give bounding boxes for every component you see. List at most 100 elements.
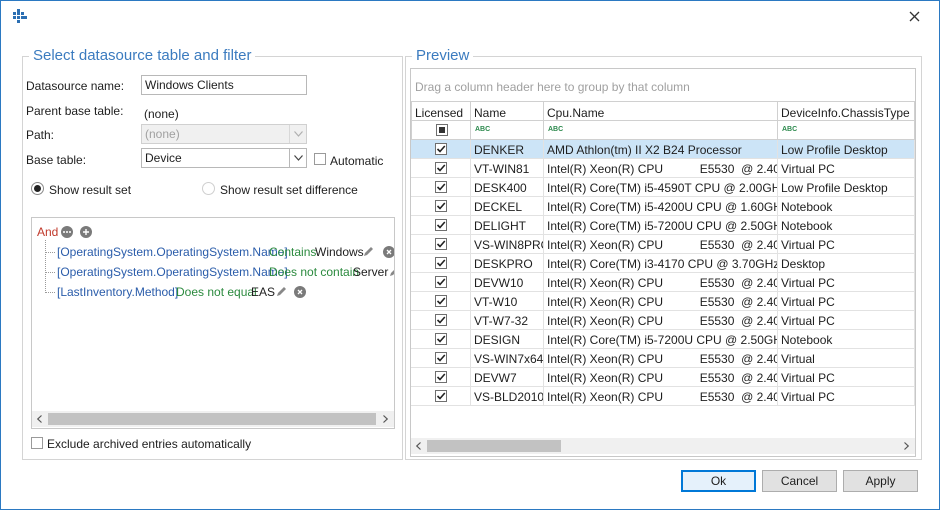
- scroll-right-button[interactable]: [378, 411, 394, 427]
- cell-licensed[interactable]: [411, 330, 471, 349]
- cell-cpu-name[interactable]: AMD Athlon(tm) II X2 B24 Processor: [544, 140, 778, 159]
- show-result-set-difference-radio[interactable]: [202, 182, 215, 195]
- cell-name[interactable]: VS-WIN7x64: [471, 349, 544, 368]
- cell-chassis-type[interactable]: Virtual PC: [778, 311, 915, 330]
- cell-cpu-name[interactable]: Intel(R) Core(TM) i3-4170 CPU @ 3.70GHz: [544, 254, 778, 273]
- table-row[interactable]: DENKER AMD Athlon(tm) II X2 B24 Processor…: [411, 140, 915, 159]
- cell-chassis-type[interactable]: Notebook: [778, 330, 915, 349]
- filter-field[interactable]: [OperatingSystem.OperatingSystem.Name]: [57, 265, 288, 279]
- column-header-chassis-type[interactable]: DeviceInfo.ChassisType: [778, 101, 915, 121]
- table-row[interactable]: VS-BLD2010 Intel(R) Xeon(R) CPU E5530 @ 2…: [411, 387, 915, 406]
- filter-condition[interactable]: [OperatingSystem.OperatingSystem.Name] D…: [57, 265, 395, 283]
- filter-condition[interactable]: [LastInventory.Method] Does not equal EA…: [57, 285, 394, 303]
- datasource-name-input[interactable]: Windows Clients: [141, 75, 307, 95]
- cell-chassis-type[interactable]: Notebook: [778, 216, 915, 235]
- cell-licensed[interactable]: [411, 387, 471, 406]
- filter-operator[interactable]: Does not equal: [176, 285, 257, 299]
- filter-editor[interactable]: And [OperatingSystem.OperatingSystem.Nam…: [31, 217, 395, 429]
- filter-group-operator[interactable]: And: [37, 225, 58, 239]
- cell-name[interactable]: DESK400: [471, 178, 544, 197]
- licensed-checkbox[interactable]: [435, 333, 447, 345]
- cell-name[interactable]: DESIGN: [471, 330, 544, 349]
- filter-cell-cpu-name[interactable]: ABC: [544, 121, 778, 140]
- cell-licensed[interactable]: [411, 216, 471, 235]
- close-button[interactable]: [901, 7, 929, 27]
- cell-name[interactable]: DEVW10: [471, 273, 544, 292]
- licensed-checkbox[interactable]: [435, 162, 447, 174]
- cell-name[interactable]: DECKEL: [471, 197, 544, 216]
- table-row[interactable]: DECKEL Intel(R) Core(TM) i5-4200U CPU @ 1…: [411, 197, 915, 216]
- cell-name[interactable]: VT-W10: [471, 292, 544, 311]
- cell-cpu-name[interactable]: Intel(R) Core(TM) i5-7200U CPU @ 2.50GHz: [544, 216, 778, 235]
- edit-icon[interactable]: [389, 266, 395, 277]
- scroll-left-button[interactable]: [411, 438, 427, 454]
- cell-name[interactable]: VS-BLD2010: [471, 387, 544, 406]
- licensed-checkbox[interactable]: [435, 295, 447, 307]
- ok-button[interactable]: Ok: [681, 470, 756, 492]
- cell-cpu-name[interactable]: Intel(R) Xeon(R) CPU E5530 @ 2.40GHz: [544, 235, 778, 254]
- remove-condition-icon[interactable]: [294, 286, 306, 298]
- cell-chassis-type[interactable]: Notebook: [778, 197, 915, 216]
- edit-icon[interactable]: [363, 246, 374, 257]
- show-result-set-radio[interactable]: [31, 182, 44, 195]
- filter-field[interactable]: [OperatingSystem.OperatingSystem.Name]: [57, 245, 288, 259]
- cell-cpu-name[interactable]: Intel(R) Core(TM) i5-7200U CPU @ 2.50GHz: [544, 330, 778, 349]
- cell-cpu-name[interactable]: Intel(R) Xeon(R) CPU E5530 @ 2.40GHz: [544, 292, 778, 311]
- cell-licensed[interactable]: [411, 197, 471, 216]
- licensed-checkbox[interactable]: [435, 390, 447, 402]
- licensed-checkbox[interactable]: [435, 314, 447, 326]
- cell-chassis-type[interactable]: Virtual PC: [778, 273, 915, 292]
- licensed-checkbox[interactable]: [435, 257, 447, 269]
- table-row[interactable]: VT-W10Intel(R) Xeon(R) CPU E5530 @ 2.40G…: [411, 292, 915, 311]
- cell-chassis-type[interactable]: Low Profile Desktop: [778, 140, 915, 159]
- cell-licensed[interactable]: [411, 292, 471, 311]
- cell-chassis-type[interactable]: Virtual PC: [778, 235, 915, 254]
- cell-name[interactable]: DENKER: [471, 140, 544, 159]
- filter-value[interactable]: EAS: [251, 285, 275, 299]
- grid-horizontal-scrollbar[interactable]: [411, 438, 915, 454]
- filter-condition[interactable]: [OperatingSystem.OperatingSystem.Name] C…: [57, 245, 394, 263]
- base-table-dropdown-button[interactable]: [289, 149, 306, 167]
- cell-cpu-name[interactable]: Intel(R) Xeon(R) CPU E5530 @ 2.40GHz: [544, 273, 778, 292]
- cell-chassis-type[interactable]: Virtual PC: [778, 387, 915, 406]
- edit-icon[interactable]: [276, 286, 287, 297]
- automatic-checkbox[interactable]: [314, 153, 326, 165]
- cell-name[interactable]: VT-W7-32: [471, 311, 544, 330]
- table-row[interactable]: VT-W7-32 Intel(R) Xeon(R) CPU E5530 @ 2.4…: [411, 311, 915, 330]
- licensed-checkbox[interactable]: [435, 200, 447, 212]
- filter-checkbox[interactable]: [436, 124, 448, 136]
- licensed-checkbox[interactable]: [435, 219, 447, 231]
- cell-name[interactable]: DEVW7: [471, 368, 544, 387]
- cell-chassis-type[interactable]: Desktop: [778, 254, 915, 273]
- cell-licensed[interactable]: [411, 235, 471, 254]
- cell-licensed[interactable]: [411, 311, 471, 330]
- filter-field[interactable]: [LastInventory.Method]: [57, 285, 178, 299]
- table-row[interactable]: VS-WIN8PRO Intel(R) Xeon(R) CPU E5530 @ 2…: [411, 235, 915, 254]
- cell-licensed[interactable]: [411, 273, 471, 292]
- cell-cpu-name[interactable]: Intel(R) Xeon(R) CPU E5530 @ 2.40GHz: [544, 159, 778, 178]
- table-row[interactable]: DESKPRO Intel(R) Core(TM) i3-4170 CPU @ 3…: [411, 254, 915, 273]
- cell-cpu-name[interactable]: Intel(R) Xeon(R) CPU E5530 @ 2.40GHz: [544, 311, 778, 330]
- licensed-checkbox[interactable]: [435, 352, 447, 364]
- column-header-licensed[interactable]: Licensed: [411, 101, 471, 121]
- filter-operator[interactable]: Contains: [269, 245, 316, 259]
- table-row[interactable]: VS-WIN7x64 Intel(R) Xeon(R) CPU E5530 @ 2…: [411, 349, 915, 368]
- add-condition-icon[interactable]: [80, 226, 92, 238]
- cell-licensed[interactable]: [411, 368, 471, 387]
- licensed-checkbox[interactable]: [435, 276, 447, 288]
- cell-licensed[interactable]: [411, 254, 471, 273]
- cell-chassis-type[interactable]: Virtual PC: [778, 159, 915, 178]
- cell-chassis-type[interactable]: Virtual PC: [778, 292, 915, 311]
- table-row[interactable]: DELIGHT Intel(R) Core(TM) i5-7200U CPU @ …: [411, 216, 915, 235]
- exclude-archived-checkbox[interactable]: [31, 437, 43, 449]
- licensed-checkbox[interactable]: [435, 371, 447, 383]
- table-row[interactable]: DEVW10Intel(R) Xeon(R) CPU E5530 @ 2.40G…: [411, 273, 915, 292]
- table-row[interactable]: VT-WIN81 Intel(R) Xeon(R) CPU E5530 @ 2.4…: [411, 159, 915, 178]
- cell-name[interactable]: DESKPRO: [471, 254, 544, 273]
- cell-chassis-type[interactable]: Virtual PC: [778, 368, 915, 387]
- cell-chassis-type[interactable]: Virtual: [778, 349, 915, 368]
- licensed-checkbox[interactable]: [435, 143, 447, 155]
- cell-licensed[interactable]: [411, 349, 471, 368]
- filter-value[interactable]: Server: [353, 265, 388, 279]
- cell-cpu-name[interactable]: Intel(R) Xeon(R) CPU E5530 @ 2.40GHz: [544, 368, 778, 387]
